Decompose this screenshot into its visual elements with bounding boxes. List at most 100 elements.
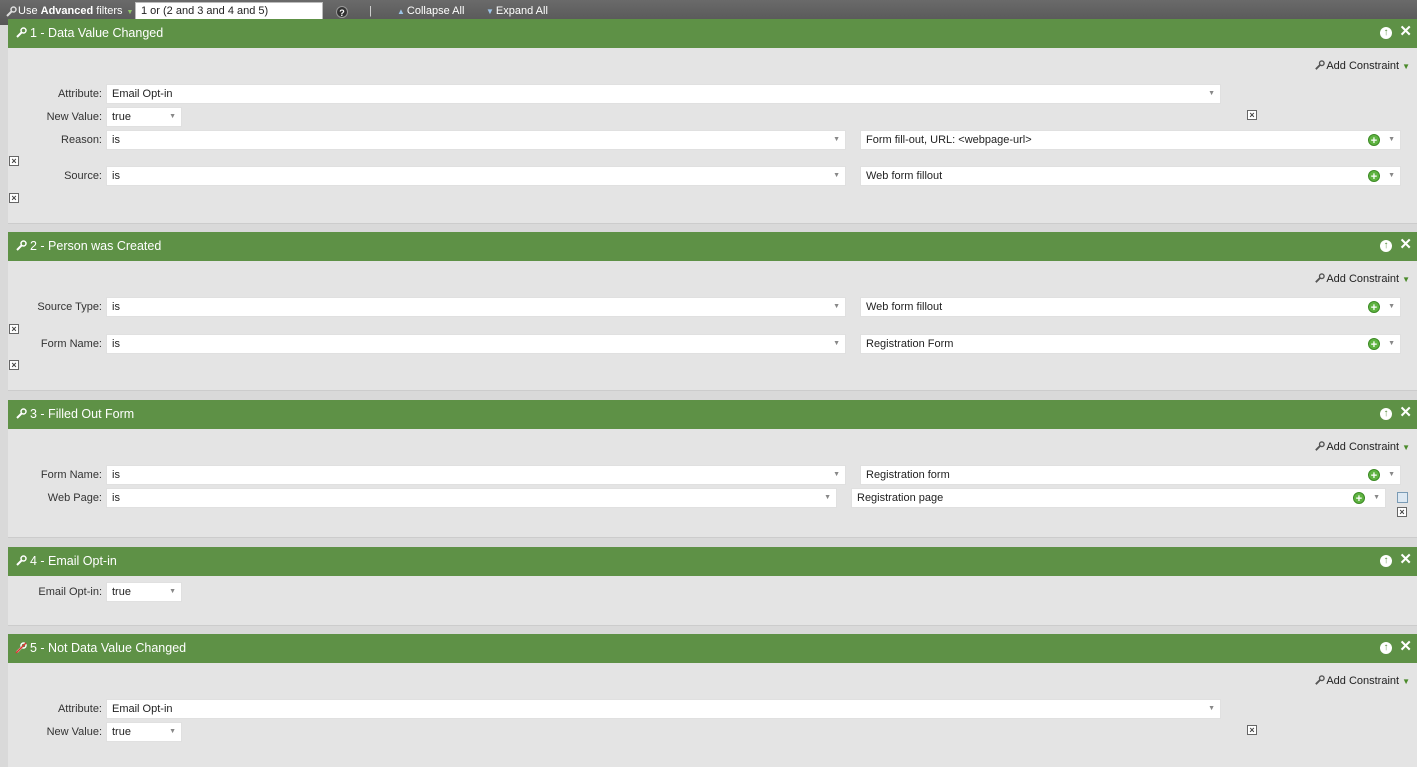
chevron-down-icon: ▼ [833, 172, 840, 179]
operator-value: is [112, 338, 120, 350]
advanced-text: Advanced [40, 5, 94, 17]
chevron-down-icon: ▼ [169, 113, 176, 120]
attribute-label: Attribute: [57, 88, 102, 100]
constraint-operator-select[interactable]: is ▼ [106, 130, 846, 150]
constraint-value-select[interactable]: Form fill-out, URL: <webpage-url> + ▼ [860, 130, 1401, 150]
add-constraint-button[interactable]: Add Constraint ▼ [1314, 273, 1410, 285]
constraint-value-select[interactable]: Registration page + ▼ [851, 488, 1386, 508]
add-value-icon[interactable]: + [1368, 134, 1380, 147]
chevron-down-icon: ▼ [1402, 275, 1410, 284]
constraint-operator-select[interactable]: is ▼ [106, 465, 846, 485]
move-up-icon[interactable]: ↑ [1380, 408, 1392, 420]
constraint-label: Source Type: [37, 301, 102, 313]
use-prefix-text: Use [18, 5, 41, 17]
constraint-operator-select[interactable]: is ▼ [106, 488, 837, 508]
move-up-icon[interactable]: ↑ [1380, 27, 1392, 39]
operator-value: is [112, 469, 120, 481]
close-icon[interactable]: ✕ [1399, 405, 1412, 421]
constraint-value-select[interactable]: Registration Form + ▼ [860, 334, 1401, 354]
lookup-icon[interactable] [1397, 492, 1408, 503]
new-value-select[interactable]: true ▼ [106, 722, 182, 742]
chevron-down-icon: ▼ [1388, 303, 1395, 310]
constraint-operator-select[interactable]: is ▼ [106, 166, 846, 186]
add-value-icon[interactable]: + [1368, 469, 1380, 482]
constraint-value-select[interactable]: Web form fillout + ▼ [860, 166, 1401, 186]
wrench-icon[interactable] [15, 555, 27, 567]
constraint-value: Web form fillout [866, 170, 943, 182]
attribute-select[interactable]: Email Opt-in ▼ [106, 84, 1221, 104]
close-icon[interactable]: ✕ [1399, 552, 1412, 568]
collapse-all-button[interactable]: ▲ Collapse All [397, 5, 464, 17]
close-icon[interactable]: ✕ [1399, 639, 1412, 655]
wrench-icon[interactable] [15, 240, 27, 252]
constraint-operator-select[interactable]: is ▼ [106, 297, 846, 317]
close-icon[interactable]: ✕ [1399, 237, 1412, 253]
constraint-value: Registration Form [866, 338, 954, 350]
wrench-icon[interactable] [15, 27, 27, 39]
filter-header: 1 - Data Value Changed ↑ ✕ [8, 19, 1417, 48]
expand-all-button[interactable]: ▼ Expand All [486, 5, 548, 17]
chevron-up-icon: ▲ [397, 7, 405, 16]
operator-value: is [112, 170, 120, 182]
chevron-down-icon: ▼ [1402, 443, 1410, 452]
filter-block-2: 2 - Person was Created ↑ ✕ Add Constrain… [8, 232, 1417, 391]
chevron-down-icon: ▼ [1208, 705, 1215, 712]
remove-constraint-icon[interactable]: × [9, 324, 19, 334]
constraint-label: Form Name: [40, 469, 102, 481]
chevron-down-icon: ▼ [824, 494, 831, 501]
new-value-label: New Value: [46, 111, 102, 123]
remove-constraint-icon[interactable]: × [1397, 507, 1407, 517]
wrench-icon [1315, 273, 1326, 283]
chevron-down-icon: ▼ [833, 303, 840, 310]
chevron-down-icon: ▼ [1208, 90, 1215, 97]
add-constraint-label: Add Constraint [1326, 441, 1400, 453]
attribute-label: Attribute: [57, 703, 102, 715]
add-value-icon[interactable]: + [1368, 301, 1380, 314]
filter-header: 2 - Person was Created ↑ ✕ [8, 232, 1417, 261]
add-constraint-button[interactable]: Add Constraint ▼ [1314, 441, 1410, 453]
chevron-down-icon: ▼ [1373, 494, 1380, 501]
add-constraint-button[interactable]: Add Constraint ▼ [1314, 60, 1410, 72]
constraint-value-select[interactable]: Web form fillout + ▼ [860, 297, 1401, 317]
chevron-down-icon: ▼ [1388, 340, 1395, 347]
wrench-icon[interactable] [15, 408, 27, 420]
filter-block-5: 5 - Not Data Value Changed ↑ ✕ Add Const… [8, 634, 1417, 767]
constraint-value-select[interactable]: Registration form + ▼ [860, 465, 1401, 485]
constraint-value: Registration form [866, 469, 950, 481]
expand-all-label: Expand All [495, 5, 548, 17]
move-up-icon[interactable]: ↑ [1380, 555, 1392, 567]
add-value-icon[interactable]: + [1368, 170, 1380, 183]
field-label: Email Opt-in: [38, 586, 102, 598]
constraint-value: Form fill-out, URL: <webpage-url> [866, 134, 1032, 146]
add-constraint-label: Add Constraint [1326, 60, 1400, 72]
chevron-down-icon: ▼ [1388, 172, 1395, 179]
remove-constraint-icon[interactable]: × [9, 156, 19, 166]
help-icon[interactable]: ? [336, 6, 348, 18]
constraint-operator-select[interactable]: is ▼ [106, 334, 846, 354]
attribute-select[interactable]: Email Opt-in ▼ [106, 699, 1221, 719]
chevron-down-icon: ▼ [1388, 471, 1395, 478]
filter-title: 3 - Filled Out Form [30, 407, 135, 421]
add-value-icon[interactable]: + [1353, 492, 1365, 505]
chevron-down-icon: ▼ [1402, 62, 1410, 71]
new-value-label: New Value: [46, 726, 102, 738]
email-opt-in-select[interactable]: true ▼ [106, 582, 182, 602]
add-value-icon[interactable]: + [1368, 338, 1380, 351]
remove-constraint-icon[interactable]: × [9, 193, 19, 203]
chevron-down-icon: ▼ [169, 728, 176, 735]
new-value-select[interactable]: true ▼ [106, 107, 182, 127]
add-constraint-button[interactable]: Add Constraint ▼ [1314, 675, 1410, 687]
use-advanced-filters-toggle[interactable]: Use Advanced filters ▼ [18, 5, 133, 17]
add-constraint-label: Add Constraint [1326, 273, 1400, 285]
chevron-down-icon: ▼ [1402, 677, 1410, 686]
filter-title: 5 - Not Data Value Changed [30, 641, 187, 655]
wrench-icon [1315, 441, 1326, 451]
move-up-icon[interactable]: ↑ [1380, 240, 1392, 252]
chevron-down-icon: ▼ [126, 9, 134, 16]
remove-value-icon[interactable]: × [1247, 110, 1257, 120]
move-up-icon[interactable]: ↑ [1380, 642, 1392, 654]
remove-constraint-icon[interactable]: × [9, 360, 19, 370]
not-wrench-icon[interactable] [15, 642, 27, 654]
close-icon[interactable]: ✕ [1399, 24, 1412, 40]
remove-value-icon[interactable]: × [1247, 725, 1257, 735]
